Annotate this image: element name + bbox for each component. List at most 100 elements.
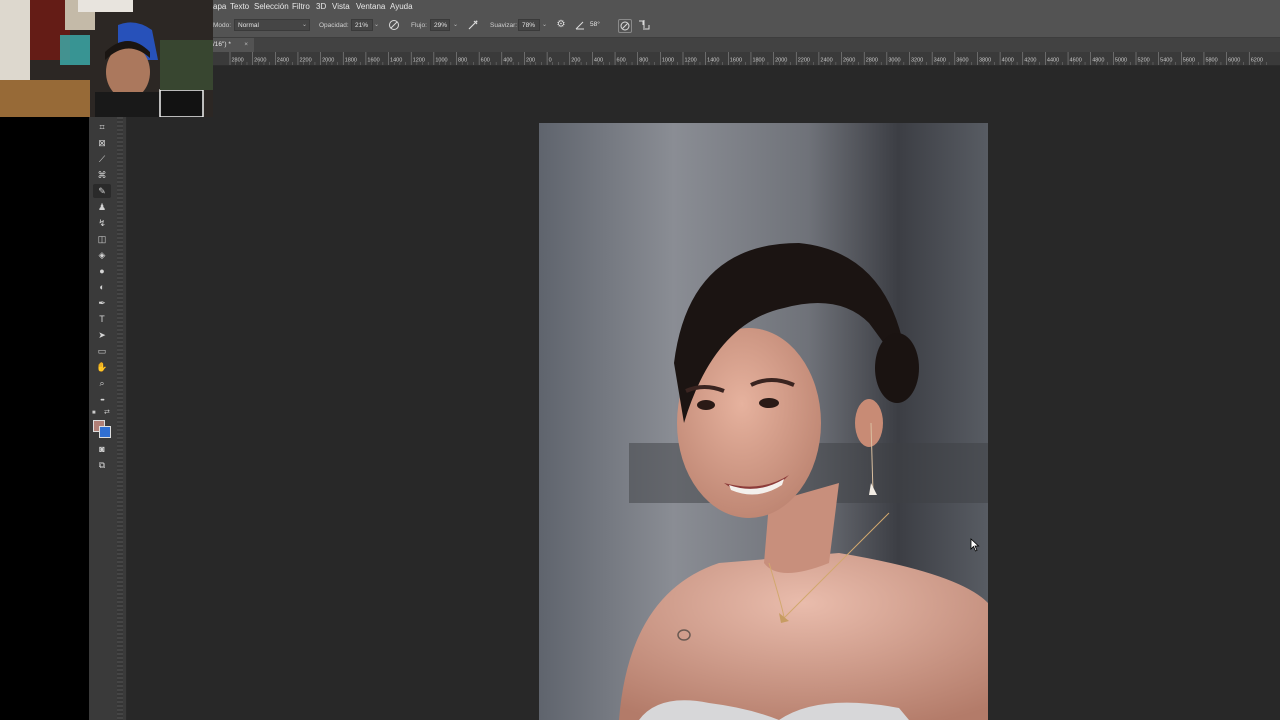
eyedropper-tool[interactable]: ⟋ — [93, 152, 111, 166]
ruler-label: 2200 — [798, 58, 810, 64]
ruler-label: 800 — [458, 58, 467, 64]
menu-item-ayuda[interactable]: Ayuda — [390, 0, 413, 14]
dodge-tool[interactable]: ◐ — [93, 280, 111, 294]
mode-select[interactable]: Normal — [234, 19, 310, 31]
portrait-photo — [539, 123, 988, 720]
flow-field[interactable]: 29% — [430, 19, 450, 31]
ruler-label: 2600 — [843, 58, 855, 64]
ellipsis-icon: ••• — [100, 398, 104, 404]
more-tools[interactable]: ••• — [93, 392, 111, 406]
blur-tool[interactable]: ● — [93, 264, 111, 278]
ruler-label: 4000 — [1002, 58, 1014, 64]
ruler-label: 6000 — [1228, 58, 1240, 64]
mouse-cursor-icon — [970, 538, 980, 557]
paint-bucket-tool[interactable]: ◈ — [93, 248, 111, 262]
menu-item-capa[interactable]: apa — [213, 0, 226, 14]
ruler-label: 2800 — [866, 58, 878, 64]
quick-mask-icon: ◙ — [99, 444, 105, 454]
crop-icon: ⌗ — [99, 122, 105, 132]
crop-tool[interactable]: ⌗ — [93, 120, 111, 134]
history-brush-icon: ↯ — [98, 218, 106, 228]
angle-field[interactable]: 58° — [587, 19, 609, 31]
smoothing-label: Suavizar: — [490, 22, 518, 29]
ruler-label: 2000 — [775, 58, 787, 64]
flow-chevron-down-icon[interactable]: ⌄ — [453, 21, 458, 28]
pen-icon: ✒ — [98, 298, 106, 308]
frame-tool[interactable]: ⊠ — [93, 136, 111, 150]
ruler-label: 1800 — [345, 58, 357, 64]
left-panel-empty — [0, 117, 89, 720]
close-icon[interactable]: × — [244, 38, 248, 52]
path-selection-tool[interactable]: ➤ — [93, 328, 111, 342]
ruler-label: 1000 — [435, 58, 447, 64]
smoothing-field[interactable]: 78% — [518, 19, 540, 31]
ruler-label: 5800 — [1205, 58, 1217, 64]
menu-item-vista[interactable]: Vista — [332, 0, 350, 14]
ruler-label: 1600 — [730, 58, 742, 64]
ruler-label: 3600 — [956, 58, 968, 64]
flow-label: Flujo: — [411, 22, 427, 29]
eyedropper-icon: ⟋ — [98, 154, 106, 164]
ruler-label: 200 — [571, 58, 580, 64]
frame-icon: ⊠ — [98, 138, 106, 148]
zoom-tool[interactable]: ⌕ — [93, 376, 111, 390]
menu-item-ventana[interactable]: Ventana — [356, 0, 385, 14]
opacity-field[interactable]: 21% — [351, 19, 373, 31]
opacity-chevron-down-icon[interactable]: ⌄ — [374, 21, 379, 28]
ruler-label: 400 — [594, 58, 603, 64]
ruler-label: 4200 — [1024, 58, 1036, 64]
ruler-label: 2400 — [277, 58, 289, 64]
ruler-label: 4600 — [1070, 58, 1082, 64]
ruler-label: 1800 — [752, 58, 764, 64]
airbrush-icon[interactable] — [467, 19, 479, 31]
menu-item-texto[interactable]: Texto — [230, 0, 249, 14]
healing-brush-icon: ⌘ — [97, 170, 107, 180]
document-tab-title: /16") * — [213, 41, 231, 48]
history-brush-tool[interactable]: ↯ — [93, 216, 111, 230]
pressure-opacity-icon[interactable] — [388, 19, 400, 31]
gear-icon[interactable]: ⚙ — [555, 19, 567, 31]
pressure-size-icon[interactable] — [618, 19, 632, 33]
ruler-label: 600 — [617, 58, 626, 64]
brush-icon: ✎ — [98, 186, 106, 196]
screen-mode-button[interactable]: ⧉ — [93, 458, 111, 472]
eraser-tool[interactable]: ◫ — [93, 232, 111, 246]
arrow-select-icon: ➤ — [98, 330, 106, 340]
type-tool[interactable]: T — [93, 312, 111, 326]
symmetry-icon[interactable] — [638, 19, 650, 31]
background-color-swatch[interactable] — [99, 426, 111, 438]
document-tab[interactable]: /16") * × — [210, 38, 254, 52]
canvas-photo[interactable] — [539, 123, 988, 720]
smoothing-chevron-down-icon[interactable]: ⌄ — [542, 21, 547, 28]
stamp-tool[interactable]: ♟ — [93, 200, 111, 214]
hand-tool[interactable]: ✋ — [93, 360, 111, 374]
swap-colors-icon[interactable]: ⇄ — [104, 408, 110, 416]
ruler-label: 1600 — [367, 58, 379, 64]
ruler-label: 3400 — [934, 58, 946, 64]
rectangle-tool[interactable]: ▭ — [93, 344, 111, 358]
quick-mask-button[interactable]: ◙ — [93, 442, 111, 456]
ruler-label: 2200 — [299, 58, 311, 64]
ruler-label: 4800 — [1092, 58, 1104, 64]
hand-icon: ✋ — [96, 362, 108, 372]
zoom-icon: ⌕ — [99, 378, 105, 388]
ruler-ticks: 2800 2600 2400 2200 2000 1800 1600 1400 1200 1000… — [229, 52, 1267, 65]
ruler-label: 1200 — [685, 58, 697, 64]
menu-item-filtro[interactable]: Filtro — [292, 0, 310, 14]
toolbar-grip[interactable] — [117, 117, 123, 720]
dodge-icon: ◐ — [99, 282, 105, 292]
pen-tool[interactable]: ✒ — [93, 296, 111, 310]
menu-item-seleccion[interactable]: Selección — [254, 0, 289, 14]
menu-item-3d[interactable]: 3D — [316, 0, 326, 14]
default-colors-icon[interactable]: ■ — [92, 410, 96, 416]
tools-panel: ⌗ ⊠ ⟋ ⌘ ✎ ♟ ↯ ◫ ◈ ● ◐ ✒ T ➤ ▭ ✋ ⌕ ••• ■ ⇄ ◙ ⧉ — [89, 117, 127, 720]
ruler-label: 6200 — [1251, 58, 1263, 64]
ruler-label: 3000 — [888, 58, 900, 64]
brush-tool[interactable]: ✎ — [93, 184, 111, 198]
ruler-label: 0 — [549, 58, 552, 64]
healing-tool[interactable]: ⌘ — [93, 168, 111, 182]
ruler-label: 200 — [526, 58, 535, 64]
angle-icon — [574, 19, 586, 31]
ruler-label: 800 — [639, 58, 648, 64]
mode-label: Modo: — [213, 22, 232, 29]
